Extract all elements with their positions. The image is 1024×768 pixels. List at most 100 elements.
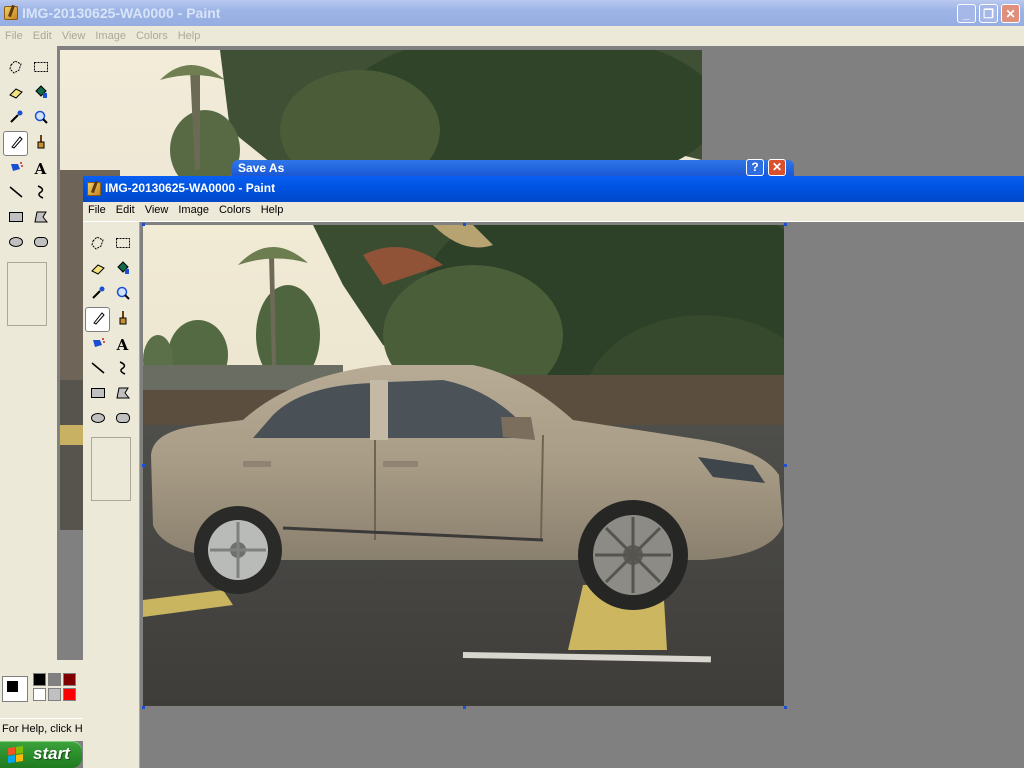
line-icon	[90, 360, 106, 379]
tool-ellipse[interactable]	[85, 407, 110, 432]
resize-handle[interactable]	[463, 706, 466, 709]
menu-edit[interactable]: Edit	[33, 26, 52, 46]
tool-rounded-rectangle[interactable]	[28, 231, 53, 256]
resize-handle[interactable]	[142, 464, 145, 467]
eraser-icon	[90, 260, 106, 279]
back-title-bar[interactable]: IMG-20130625-WA0000 - Paint _ ❐ ✕	[0, 0, 1024, 26]
tool-polygon[interactable]	[110, 382, 135, 407]
rounded-rect-icon	[33, 234, 49, 253]
menu-file[interactable]: File	[88, 202, 106, 219]
menu-file[interactable]: File	[5, 26, 23, 46]
tool-pencil[interactable]	[85, 307, 110, 332]
tool-curve[interactable]	[28, 181, 53, 206]
windows-logo-icon	[8, 746, 24, 764]
front-window-title: IMG-20130625-WA0000 - Paint	[105, 181, 276, 195]
tool-eraser[interactable]	[85, 257, 110, 282]
tool-select[interactable]	[28, 56, 53, 81]
tool-free-form-select[interactable]	[3, 56, 28, 81]
back-tool-grid: A	[3, 56, 53, 256]
palette-swatch[interactable]	[63, 673, 76, 686]
resize-handle[interactable]	[463, 223, 466, 226]
pencil-icon	[90, 310, 106, 329]
resize-handle[interactable]	[784, 464, 787, 467]
menu-edit[interactable]: Edit	[116, 202, 135, 219]
free-select-icon	[8, 59, 24, 78]
tool-select[interactable]	[110, 232, 135, 257]
status-text: For Help, click Help Topics on the Help …	[2, 723, 84, 735]
tool-rectangle[interactable]	[3, 206, 28, 231]
resize-handle[interactable]	[142, 223, 145, 226]
resize-handle[interactable]	[784, 223, 787, 226]
eraser-icon	[8, 84, 24, 103]
status-bar: For Help, click Help Topics on the Help …	[0, 718, 84, 741]
resize-handle[interactable]	[784, 706, 787, 709]
palette-swatch[interactable]	[33, 673, 46, 686]
free-select-icon	[90, 235, 106, 254]
tool-free-form-select[interactable]	[85, 232, 110, 257]
tool-curve[interactable]	[110, 357, 135, 382]
menu-help[interactable]: Help	[178, 26, 201, 46]
magnifier-icon	[115, 285, 131, 304]
start-button[interactable]: start	[0, 741, 82, 768]
airbrush-icon	[90, 335, 106, 354]
back-color-palette	[0, 660, 84, 718]
curve-icon	[33, 184, 49, 203]
minimize-button[interactable]: _	[957, 4, 976, 23]
close-button[interactable]: ✕	[1001, 4, 1020, 23]
front-title-bar[interactable]: IMG-20130625-WA0000 - Paint	[83, 176, 1024, 202]
tool-polygon[interactable]	[28, 206, 53, 231]
tool-line[interactable]	[3, 181, 28, 206]
drawing-canvas[interactable]	[143, 225, 784, 706]
rect-select-icon	[115, 235, 131, 254]
tool-line[interactable]	[85, 357, 110, 382]
menu-image[interactable]: Image	[178, 202, 209, 219]
menu-view[interactable]: View	[62, 26, 86, 46]
curve-icon	[115, 360, 131, 379]
tool-text[interactable]: A	[28, 156, 53, 181]
tool-pick-color[interactable]	[3, 106, 28, 131]
polygon-icon	[115, 385, 131, 404]
tool-brush[interactable]	[28, 131, 53, 156]
tool-pick-color[interactable]	[85, 282, 110, 307]
menu-view[interactable]: View	[145, 202, 169, 219]
menu-image[interactable]: Image	[95, 26, 126, 46]
tool-text[interactable]: A	[110, 332, 135, 357]
tool-eraser[interactable]	[3, 81, 28, 106]
fill-bucket-icon	[33, 84, 49, 103]
magnifier-icon	[33, 109, 49, 128]
dialog-close-button[interactable]: ✕	[768, 159, 786, 176]
text-icon: A	[34, 159, 47, 178]
rect-select-icon	[33, 59, 49, 78]
line-icon	[8, 184, 24, 203]
tool-magnifier[interactable]	[28, 106, 53, 131]
dialog-help-button[interactable]: ?	[746, 159, 764, 176]
rounded-rect-icon	[115, 410, 131, 429]
resize-handle[interactable]	[142, 706, 145, 709]
tool-pencil[interactable]	[3, 131, 28, 156]
palette-swatch[interactable]	[48, 673, 61, 686]
tool-ellipse[interactable]	[3, 231, 28, 256]
palette-swatch[interactable]	[63, 688, 76, 701]
restore-button[interactable]: ❐	[979, 4, 998, 23]
tool-magnifier[interactable]	[110, 282, 135, 307]
palette-swatch[interactable]	[48, 688, 61, 701]
menu-help[interactable]: Help	[261, 202, 284, 219]
tool-fill[interactable]	[110, 257, 135, 282]
foreground-color	[6, 680, 19, 693]
tool-airbrush[interactable]	[85, 332, 110, 357]
start-label: start	[33, 744, 70, 763]
current-colors[interactable]	[2, 676, 28, 702]
back-tool-box: A	[0, 46, 57, 660]
tool-rectangle[interactable]	[85, 382, 110, 407]
tool-brush[interactable]	[110, 307, 135, 332]
tool-airbrush[interactable]	[3, 156, 28, 181]
tool-fill[interactable]	[28, 81, 53, 106]
menu-colors[interactable]: Colors	[136, 26, 168, 46]
palette-swatch[interactable]	[33, 688, 46, 701]
menu-colors[interactable]: Colors	[219, 202, 251, 219]
rectangle-icon	[90, 385, 106, 404]
ellipse-icon	[90, 410, 106, 429]
back-window-title: IMG-20130625-WA0000 - Paint	[22, 5, 221, 21]
tool-rounded-rectangle[interactable]	[110, 407, 135, 432]
dialog-title-bar[interactable]: Save As ? ✕	[232, 159, 794, 176]
